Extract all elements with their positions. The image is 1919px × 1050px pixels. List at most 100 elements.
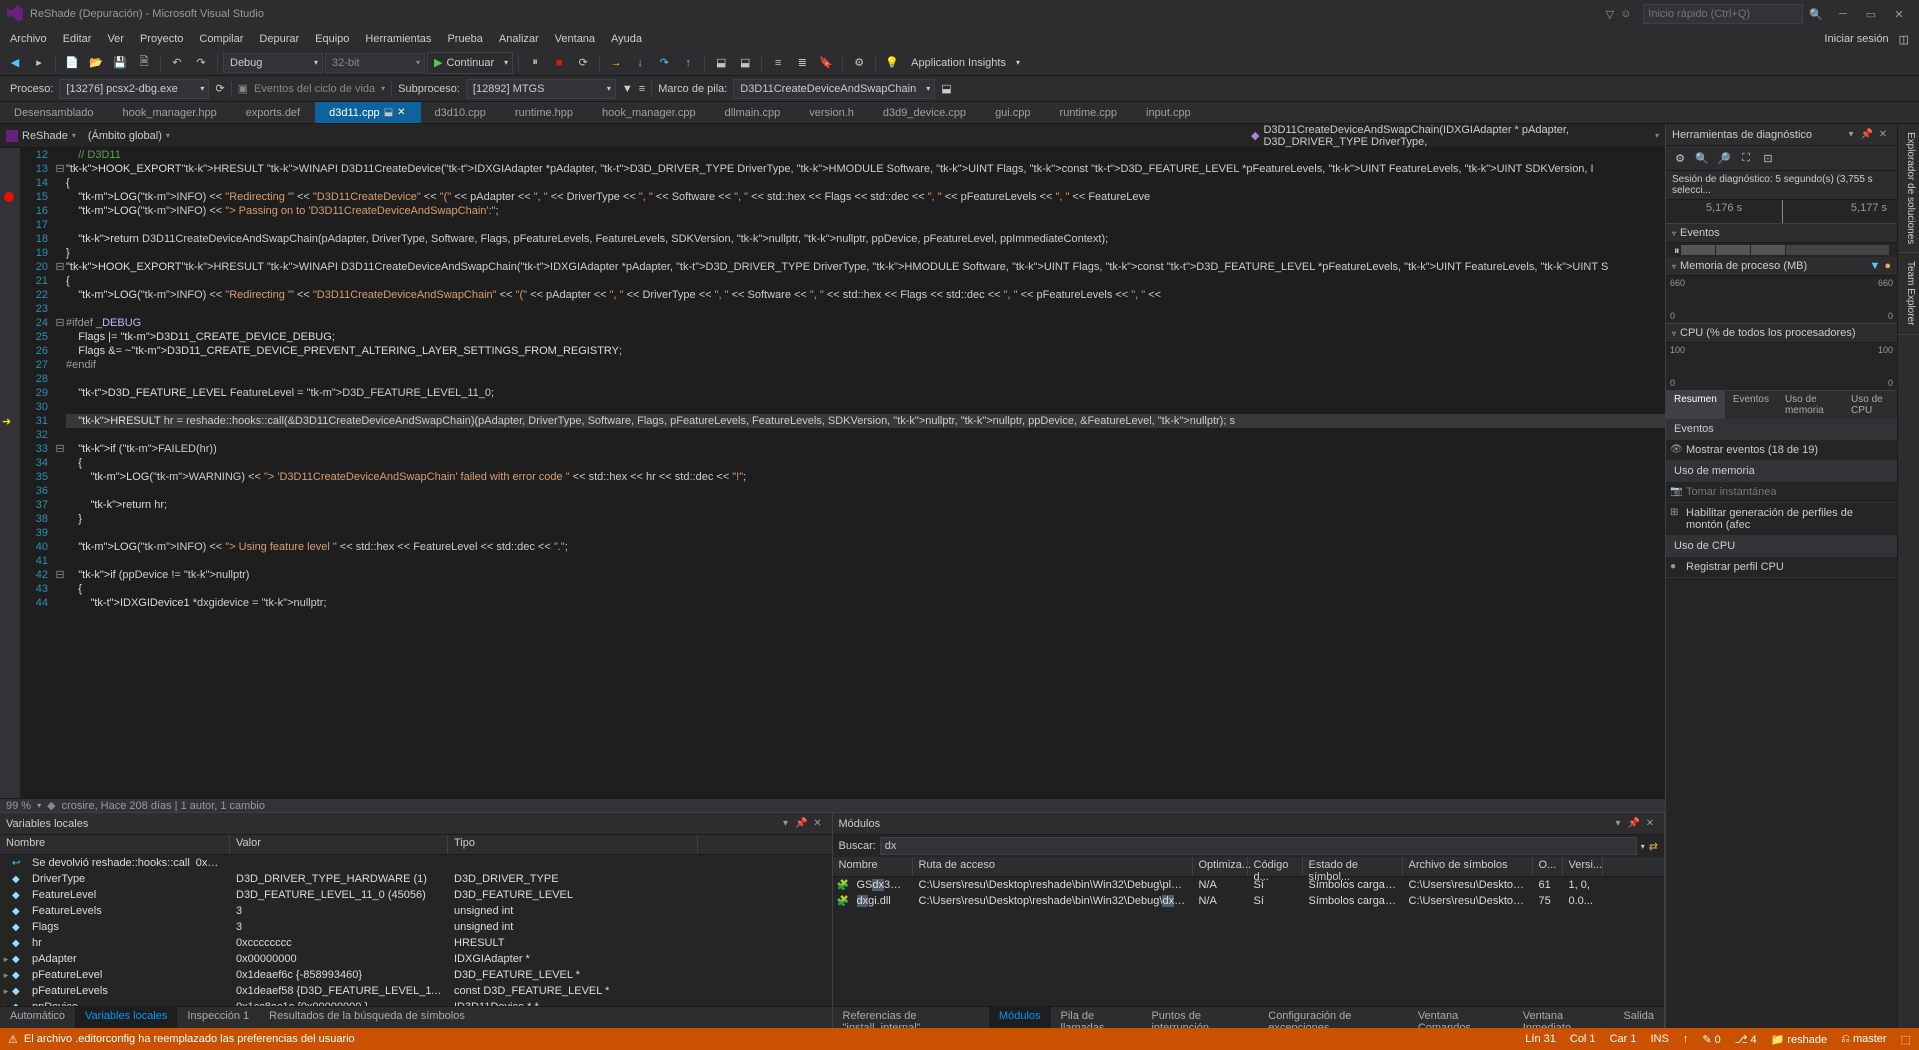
modules-dropdown-icon[interactable]: ▾ bbox=[1610, 816, 1626, 832]
modules-row[interactable]: 🧩GSdx32-SSE2-d...C:\Users\resu\Desktop\r… bbox=[833, 877, 1665, 893]
menu-ver[interactable]: Ver bbox=[99, 31, 132, 47]
code-line[interactable]: "tk-k">HOOK_EXPORT "tk-k">HRESULT "tk-k"… bbox=[66, 260, 1665, 274]
stackframe-btn[interactable]: ⬓ bbox=[941, 82, 951, 95]
editor-tab[interactable]: d3d9_device.cpp bbox=[869, 102, 981, 123]
fold-toggle[interactable] bbox=[54, 512, 66, 526]
code-line[interactable] bbox=[66, 526, 1665, 540]
nav-fwd-button[interactable]: ▸ bbox=[28, 52, 50, 74]
editor-tab[interactable]: runtime.hpp bbox=[501, 102, 588, 123]
fold-toggle[interactable] bbox=[54, 596, 66, 610]
fold-toggle[interactable] bbox=[54, 274, 66, 288]
code-line[interactable]: #ifdef _DEBUG bbox=[66, 316, 1665, 330]
fold-toggle[interactable] bbox=[54, 386, 66, 400]
tb-btn-2[interactable]: ⬓ bbox=[734, 52, 756, 74]
find-button[interactable]: ⚙ bbox=[848, 52, 870, 74]
minimize-button[interactable]: ─ bbox=[1829, 3, 1857, 25]
code-line[interactable] bbox=[66, 484, 1665, 498]
menu-compilar[interactable]: Compilar bbox=[191, 31, 251, 47]
fold-toggle[interactable] bbox=[54, 582, 66, 596]
editor-tab[interactable]: gui.cpp bbox=[981, 102, 1045, 123]
breakpoint-margin[interactable] bbox=[0, 470, 20, 484]
breakpoint-margin[interactable] bbox=[0, 218, 20, 232]
editor-tab[interactable]: runtime.cpp bbox=[1046, 102, 1132, 123]
diag-heap-profiling[interactable]: ⊞Habilitar generación de perfiles de mon… bbox=[1666, 503, 1897, 536]
locals-row[interactable]: ▸◆ppDevice0x1cc8ec1c {0x00000000 }ID3D11… bbox=[0, 999, 832, 1006]
lifecycle-label[interactable]: Eventos del ciclo de vida bbox=[254, 83, 375, 95]
diag-subtab[interactable]: Uso de memoria bbox=[1777, 391, 1843, 419]
breakpoint-margin[interactable] bbox=[0, 498, 20, 512]
breakpoint-margin[interactable] bbox=[0, 274, 20, 288]
locals-dropdown-icon[interactable]: ▾ bbox=[778, 816, 794, 832]
locals-row[interactable]: ◆FeatureLevels3unsigned int bbox=[0, 903, 832, 919]
menu-depurar[interactable]: Depurar bbox=[251, 31, 307, 47]
modules-tab[interactable]: Puntos de interrupción bbox=[1141, 1007, 1258, 1028]
editor-tab[interactable]: hook_manager.cpp bbox=[588, 102, 711, 123]
breakpoint-margin[interactable] bbox=[0, 456, 20, 470]
fold-toggle[interactable] bbox=[54, 148, 66, 162]
modules-col-header[interactable]: Versi... bbox=[1563, 857, 1603, 876]
code-line[interactable]: "tk-k">HRESULT hr = reshade::hooks::call… bbox=[66, 414, 1665, 428]
diag-close-icon[interactable]: ✕ bbox=[1875, 127, 1891, 143]
breakpoint-margin[interactable] bbox=[0, 484, 20, 498]
fold-toggle[interactable] bbox=[54, 372, 66, 386]
process-dropdown[interactable]: [13276] pcsx2-dbg.exe bbox=[59, 79, 209, 99]
step-over-button[interactable]: ↷ bbox=[653, 52, 675, 74]
code-line[interactable]: { bbox=[66, 582, 1665, 596]
nav-project[interactable]: ReShade▾ bbox=[0, 130, 82, 142]
menu-ventana[interactable]: Ventana bbox=[547, 31, 603, 47]
app-insights-dropdown[interactable]: Application Insights bbox=[905, 53, 1024, 73]
breakpoint-margin[interactable] bbox=[0, 386, 20, 400]
menu-ayuda[interactable]: Ayuda bbox=[603, 31, 650, 47]
modules-tab[interactable]: Salida bbox=[1613, 1007, 1664, 1028]
diag-pin-icon[interactable]: 📌 bbox=[1859, 127, 1875, 143]
breakpoint-margin[interactable] bbox=[0, 400, 20, 414]
menu-analizar[interactable]: Analizar bbox=[491, 31, 547, 47]
modules-col-header[interactable]: Ruta de acceso bbox=[913, 857, 1193, 876]
editor-tab[interactable]: dllmain.cpp bbox=[711, 102, 796, 123]
editor-tab[interactable]: d3d11.cpp ⬓ ✕ bbox=[315, 102, 420, 123]
locals-row[interactable]: ◆Flags3unsigned int bbox=[0, 919, 832, 935]
signin-link[interactable]: Iniciar sesión bbox=[1824, 33, 1898, 45]
step-into-button[interactable]: ↓ bbox=[629, 52, 651, 74]
locals-col-header[interactable]: Tipo bbox=[448, 835, 698, 854]
undo-button[interactable]: ↶ bbox=[166, 52, 188, 74]
code-line[interactable]: "tk-k">HOOK_EXPORT "tk-k">HRESULT "tk-k"… bbox=[66, 162, 1665, 176]
notification-icon[interactable]: ▽ bbox=[1606, 8, 1614, 21]
cycle-process-button[interactable]: ⟳ bbox=[215, 82, 224, 95]
code-line[interactable]: "tk-k">return hr; bbox=[66, 498, 1665, 512]
breakpoint-margin[interactable] bbox=[0, 358, 20, 372]
open-button[interactable]: 📂 bbox=[85, 52, 107, 74]
diag-zoom-fit-icon[interactable]: ⊡ bbox=[1758, 148, 1778, 168]
fold-toggle[interactable] bbox=[54, 470, 66, 484]
side-tab[interactable]: Explorador de soluciones bbox=[1898, 124, 1919, 253]
editor-tab[interactable]: version.h bbox=[795, 102, 869, 123]
editor-tab[interactable]: exports.def bbox=[232, 102, 315, 123]
breakpoint-margin[interactable] bbox=[0, 232, 20, 246]
locals-tab[interactable]: Variables locales bbox=[75, 1007, 177, 1028]
breakpoint-margin[interactable] bbox=[0, 344, 20, 358]
status-sync-icon[interactable]: ⬚ bbox=[1901, 1033, 1911, 1046]
breakpoint-icon[interactable] bbox=[4, 192, 14, 202]
status-changes[interactable]: ✎ 0 bbox=[1702, 1033, 1720, 1046]
modules-tab[interactable]: Ventana Comandos bbox=[1408, 1007, 1513, 1028]
breakpoint-margin[interactable] bbox=[0, 554, 20, 568]
modules-tab[interactable]: Configuración de excepciones bbox=[1258, 1007, 1408, 1028]
bookmark-button[interactable]: 🔖 bbox=[815, 52, 837, 74]
fold-toggle[interactable]: ⊟ bbox=[54, 568, 66, 582]
diag-select-tools-icon[interactable]: ⚙ bbox=[1670, 148, 1690, 168]
status-repo[interactable]: 📁 reshade bbox=[1771, 1033, 1828, 1046]
fold-toggle[interactable] bbox=[54, 302, 66, 316]
code-line[interactable]: "tk-k">if ("tk-m">FAILED(hr)) bbox=[66, 442, 1665, 456]
locals-row[interactable]: ◆DriverTypeD3D_DRIVER_TYPE_HARDWARE (1)D… bbox=[0, 871, 832, 887]
locals-col-header[interactable]: Valor bbox=[230, 835, 448, 854]
modules-row[interactable]: 🧩dxgi.dllC:\Users\resu\Desktop\reshade\b… bbox=[833, 893, 1665, 909]
breakpoint-margin[interactable] bbox=[0, 372, 20, 386]
code-line[interactable]: } bbox=[66, 246, 1665, 260]
editor-tab[interactable]: Desensamblado bbox=[0, 102, 109, 123]
nav-scope[interactable]: (Ámbito global)▾ bbox=[82, 130, 1245, 142]
code-line[interactable] bbox=[66, 372, 1665, 386]
breakpoint-margin[interactable] bbox=[0, 260, 20, 274]
diag-show-events[interactable]: 👁Mostrar eventos (18 de 19) bbox=[1666, 440, 1897, 461]
menu-archivo[interactable]: Archivo bbox=[2, 31, 55, 47]
locals-pin-icon[interactable]: 📌 bbox=[794, 816, 810, 832]
